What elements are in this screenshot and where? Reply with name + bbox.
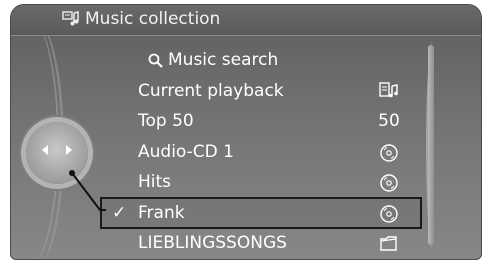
pointer-line (69, 170, 106, 211)
idrive-screen: Music collection Music search Current pl… (0, 0, 485, 262)
